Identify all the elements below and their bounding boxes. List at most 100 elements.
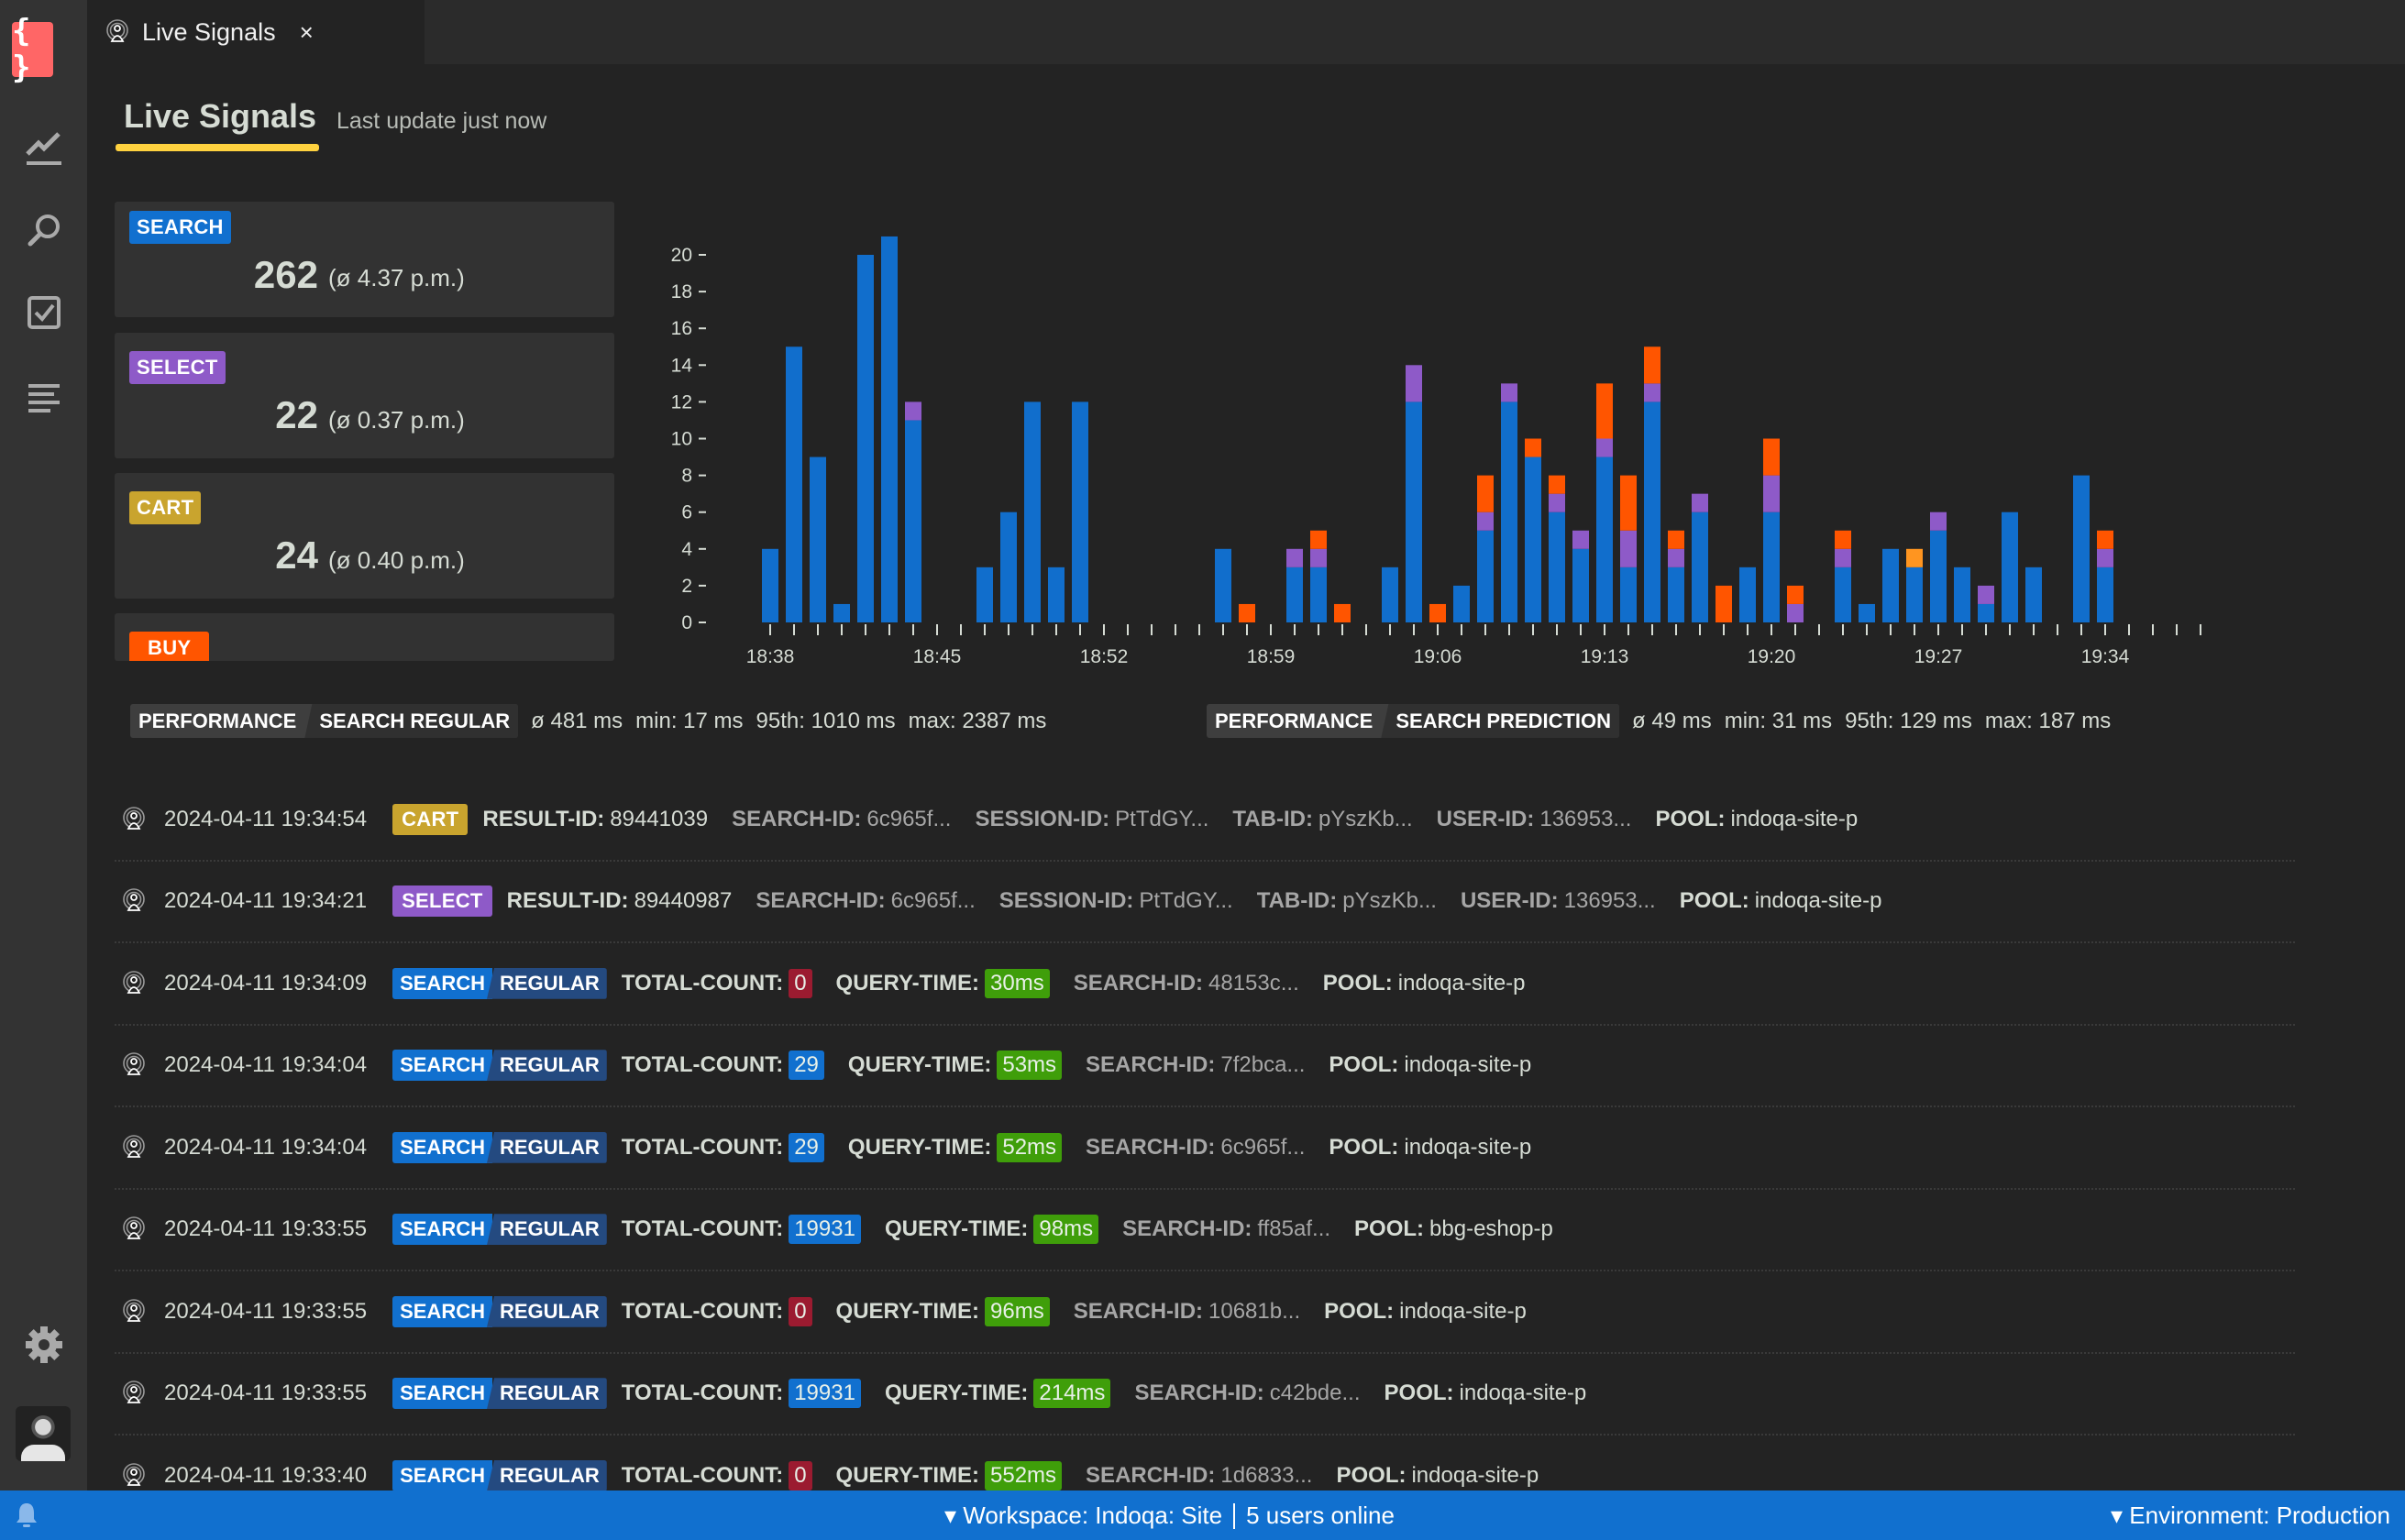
checkbox-icon[interactable] <box>20 289 68 336</box>
bar-segment-search <box>1620 567 1637 622</box>
field-key: SEARCH-ID: <box>1086 1052 1215 1078</box>
log-field: TOTAL-COUNT:0 <box>622 1461 812 1490</box>
bell-icon[interactable] <box>15 1502 39 1529</box>
field-value: PtTdGY... <box>1139 888 1232 914</box>
stat-card-buy: BUY <box>115 613 614 661</box>
event-type: SEARCH <box>392 1460 492 1490</box>
bar-segment-search <box>857 255 874 622</box>
y-tick-label: 14 <box>671 355 693 376</box>
select-badge: SELECT <box>129 351 226 384</box>
bar-segment-select <box>1596 439 1613 457</box>
live-signal-icon <box>122 806 146 833</box>
event-type-badge: CART <box>392 804 468 835</box>
field-value: 6c965f... <box>1220 1135 1305 1160</box>
log-timestamp: 2024-04-11 19:33:55 <box>164 1216 367 1242</box>
status-divider <box>1233 1503 1235 1529</box>
log-field: TOTAL-COUNT:0 <box>622 969 812 998</box>
event-subtype: REGULAR <box>487 1296 607 1327</box>
log-field: SEARCH-ID:6c965f... <box>1086 1135 1305 1160</box>
log-row[interactable]: 2024-04-11 19:34:09SEARCHREGULARTOTAL-CO… <box>115 943 2295 1026</box>
page-title: Live Signals <box>124 97 316 136</box>
log-row[interactable]: 2024-04-11 19:33:55SEARCHREGULARTOTAL-CO… <box>115 1354 2295 1436</box>
log-field: RESULT-ID:89441039 <box>482 807 708 832</box>
field-key: SEARCH-ID: <box>756 888 885 914</box>
bar-segment-cart <box>1620 476 1637 531</box>
bar-segment-search <box>1978 604 1994 622</box>
log-field: QUERY-TIME:98ms <box>885 1215 1098 1244</box>
list-icon[interactable] <box>20 373 68 421</box>
tab-live-signals[interactable]: Live Signals × <box>87 0 335 64</box>
environment-selector[interactable]: ▾ Environment: Production <box>2111 1502 2390 1530</box>
event-type-badge: SEARCHREGULAR <box>392 968 607 999</box>
field-value: indoqa-site-p <box>1404 1135 1531 1160</box>
log-field: SESSION-ID:PtTdGY... <box>975 807 1208 832</box>
bar-segment-cart <box>1239 604 1255 622</box>
field-key: SEARCH-ID: <box>732 807 861 832</box>
bar-segment-cart <box>1477 476 1494 512</box>
log-field: QUERY-TIME:552ms <box>836 1461 1063 1490</box>
field-value: 19931 <box>789 1379 861 1408</box>
user-avatar[interactable] <box>16 1406 71 1461</box>
field-key: QUERY-TIME: <box>836 1299 979 1325</box>
bar-segment-select <box>1692 494 1708 512</box>
search-count: 262 <box>115 253 318 297</box>
bar-segment-cart <box>1334 604 1351 622</box>
app-logo[interactable]: { } <box>12 22 53 77</box>
performance-label: PERFORMANCE <box>130 704 304 738</box>
field-value: indoqa-site-p <box>1460 1380 1587 1406</box>
log-field: USER-ID:136953... <box>1437 807 1632 832</box>
bar-segment-cart <box>2097 531 2113 549</box>
bar-segment-search <box>1930 531 1947 622</box>
bar-segment-search <box>1906 567 1923 622</box>
log-field: POOL:indoqa-site-p <box>1680 888 1882 914</box>
field-key: TAB-ID: <box>1257 888 1338 914</box>
log-row[interactable]: 2024-04-11 19:34:54CARTRESULT-ID:8944103… <box>115 779 2295 862</box>
field-key: QUERY-TIME: <box>848 1135 991 1160</box>
field-key: QUERY-TIME: <box>836 1463 979 1489</box>
close-tab-icon[interactable]: × <box>300 18 314 47</box>
log-field: TOTAL-COUNT:29 <box>622 1133 824 1162</box>
bar-segment-search <box>786 346 802 622</box>
field-value: 1d6833... <box>1220 1463 1312 1489</box>
performance-name: SEARCH PREDICTION <box>1381 704 1619 738</box>
workspace-selector[interactable]: ▾ Workspace: Indoqa: Site <box>944 1502 1222 1530</box>
search-average: (ø 4.37 p.m.) <box>328 264 465 292</box>
log-field: QUERY-TIME:53ms <box>848 1050 1062 1080</box>
log-row[interactable]: 2024-04-11 19:34:04SEARCHREGULARTOTAL-CO… <box>115 1026 2295 1108</box>
log-row[interactable]: 2024-04-11 19:33:40SEARCHREGULARTOTAL-CO… <box>115 1436 2295 1490</box>
live-signal-icon <box>122 1298 146 1326</box>
field-value: 6c965f... <box>891 888 976 914</box>
field-key: POOL: <box>1329 1135 1398 1160</box>
log-row[interactable]: 2024-04-11 19:34:21SELECTRESULT-ID:89440… <box>115 862 2295 944</box>
log-row[interactable]: 2024-04-11 19:34:04SEARCHREGULARTOTAL-CO… <box>115 1107 2295 1190</box>
bar-segment-search <box>976 567 993 622</box>
gear-icon[interactable] <box>20 1321 68 1369</box>
search-icon[interactable] <box>20 206 68 254</box>
log-timestamp: 2024-04-11 19:33:40 <box>164 1463 367 1489</box>
field-value: 52ms <box>997 1133 1062 1162</box>
field-value: 136953... <box>1564 888 1656 914</box>
log-field: QUERY-TIME:30ms <box>836 969 1050 998</box>
field-value: 0 <box>789 1297 811 1326</box>
bar-segment-search <box>1549 512 1565 622</box>
log-row[interactable]: 2024-04-11 19:33:55SEARCHREGULARTOTAL-CO… <box>115 1271 2295 1354</box>
field-value: 29 <box>789 1133 824 1162</box>
bar-segment-buy <box>1906 549 1923 567</box>
field-value: 10681b... <box>1208 1299 1300 1325</box>
field-key: QUERY-TIME: <box>885 1380 1028 1406</box>
field-key: TOTAL-COUNT: <box>622 1463 783 1489</box>
bar-segment-select <box>1668 549 1684 567</box>
bar-segment-search <box>1644 402 1660 622</box>
bar-segment-search <box>1286 567 1303 622</box>
field-value: 48153c... <box>1208 971 1299 996</box>
log-field: POOL:indoqa-site-p <box>1336 1463 1539 1489</box>
field-value: indoqa-site-p <box>1398 971 1526 996</box>
field-value: 136953... <box>1539 807 1631 832</box>
y-tick-label: 8 <box>681 466 692 487</box>
bar-segment-search <box>1477 531 1494 622</box>
select-average: (ø 0.37 p.m.) <box>328 406 465 434</box>
log-timestamp: 2024-04-11 19:33:55 <box>164 1380 367 1406</box>
chart-line-icon[interactable] <box>20 123 68 170</box>
log-row[interactable]: 2024-04-11 19:33:55SEARCHREGULARTOTAL-CO… <box>115 1190 2295 1272</box>
field-key: QUERY-TIME: <box>836 971 979 996</box>
